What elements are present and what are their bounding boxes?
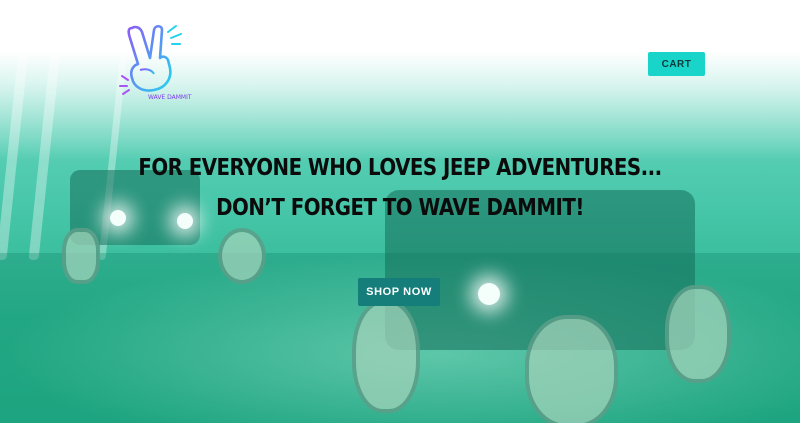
hero-headline-line1: FOR EVERYONE WHO LOVES JEEP ADVENTURES..… (138, 155, 662, 181)
logo-text: WAVE DAMMIT (148, 94, 192, 101)
jeep-tire (62, 228, 100, 284)
site-logo[interactable]: WAVE DAMMIT (118, 22, 192, 104)
cart-button[interactable]: CART (648, 52, 705, 76)
hero-headline-line2: DON’T FORGET TO WAVE DAMMIT! (216, 195, 584, 221)
tree-trunk (0, 40, 30, 260)
jeep-tire (665, 285, 731, 383)
shop-now-button[interactable]: SHOP NOW (358, 278, 440, 306)
jeep-tire (218, 228, 266, 284)
jeep-tire (352, 300, 420, 413)
hero-section: WAVE DAMMIT CART FOR EVERYONE WHO LOVES … (0, 0, 800, 423)
headlight (478, 283, 500, 305)
tree-trunk (28, 40, 62, 260)
jeep-tire (525, 315, 618, 423)
peace-hand-logo-icon (119, 24, 182, 95)
